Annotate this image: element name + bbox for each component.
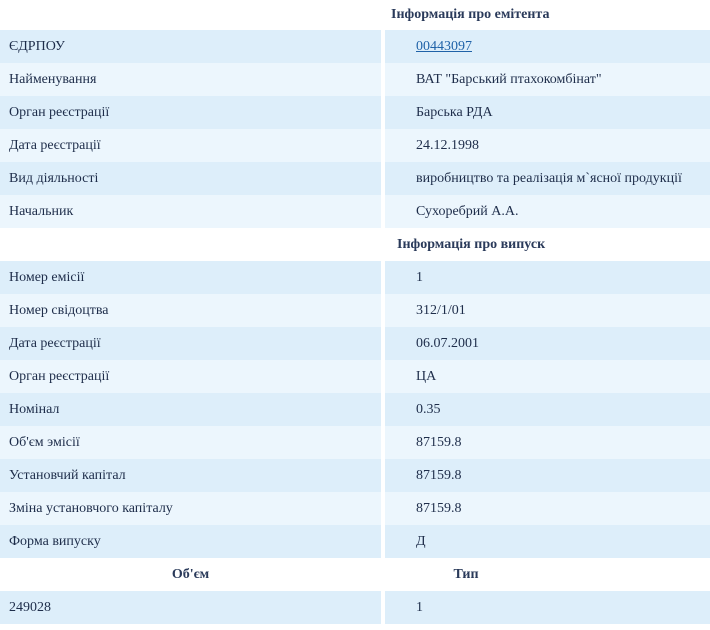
capital-change-value: 87159.8 (385, 492, 710, 525)
table-row: Орган реєстрації ЦА (0, 360, 710, 393)
volume-table-header: Об'єм Тип (0, 558, 710, 591)
reg-authority-label: Орган реєстрації (0, 96, 381, 129)
issue-reg-authority-value: ЦА (385, 360, 710, 393)
emission-volume-label: Об'єм эмісії (0, 426, 381, 459)
table-row: Номер свідоцтва 312/1/01 (0, 294, 710, 327)
table-row: Форма випуску Д (0, 525, 710, 558)
issue-reg-authority-label: Орган реєстрації (0, 360, 381, 393)
name-label: Найменування (0, 63, 381, 96)
reg-authority-value: Барська РДА (385, 96, 710, 129)
issue-reg-date-label: Дата реєстрації (0, 327, 381, 360)
table-row: Зміна установчого капіталу 87159.8 (0, 492, 710, 525)
table-row: 249028 1 (0, 591, 710, 624)
authorized-capital-label: Установчий капітал (0, 459, 381, 492)
issue-section-title: Інформація про випуск (0, 228, 710, 261)
table-row: Номер емісії 1 (0, 261, 710, 294)
reg-date-label: Дата реєстрації (0, 129, 381, 162)
emitter-section-title: Інформація про емітента (0, 0, 710, 30)
nominal-value: 0.35 (385, 393, 710, 426)
volume-column-header: Об'єм (171, 566, 210, 582)
activity-label: Вид діяльності (0, 162, 381, 195)
table-row: Начальник Сухоребрий А.А. (0, 195, 710, 228)
type-value: 1 (385, 591, 710, 624)
issue-number-label: Номер емісії (0, 261, 381, 294)
edrpou-label: ЄДРПОУ (0, 30, 381, 63)
issue-number-value: 1 (385, 261, 710, 294)
table-row: Об'єм эмісії 87159.8 (0, 426, 710, 459)
table-row: Номінал 0.35 (0, 393, 710, 426)
table-row: Орган реєстрації Барська РДА (0, 96, 710, 129)
capital-change-label: Зміна установчого капіталу (0, 492, 381, 525)
issue-form-value: Д (385, 525, 710, 558)
certificate-number-label: Номер свідоцтва (0, 294, 381, 327)
table-row: Дата реєстрації 24.12.1998 (0, 129, 710, 162)
nominal-label: Номінал (0, 393, 381, 426)
certificate-number-value: 312/1/01 (385, 294, 710, 327)
table-row: Дата реєстрації 06.07.2001 (0, 327, 710, 360)
table-row: Найменування ВАТ "Барський птахокомбінат… (0, 63, 710, 96)
type-column-header: Тип (453, 566, 479, 582)
issuer-info-sheet: Інформація про емітента ЄДРПОУ 00443097 … (0, 0, 710, 624)
director-label: Начальник (0, 195, 381, 228)
activity-value: виробництво та реалізація м`ясної продук… (385, 162, 710, 195)
issue-reg-date-value: 06.07.2001 (385, 327, 710, 360)
issue-form-label: Форма випуску (0, 525, 381, 558)
name-value: ВАТ "Барський птахокомбінат" (385, 63, 710, 96)
edrpou-link[interactable]: 00443097 (416, 39, 472, 55)
emission-volume-value: 87159.8 (385, 426, 710, 459)
table-row: Вид діяльності виробництво та реалізація… (0, 162, 710, 195)
table-row: Установчий капітал 87159.8 (0, 459, 710, 492)
director-value: Сухоребрий А.А. (385, 195, 710, 228)
reg-date-value: 24.12.1998 (385, 129, 710, 162)
table-row: ЄДРПОУ 00443097 (0, 30, 710, 63)
authorized-capital-value: 87159.8 (385, 459, 710, 492)
volume-value: 249028 (0, 591, 381, 624)
